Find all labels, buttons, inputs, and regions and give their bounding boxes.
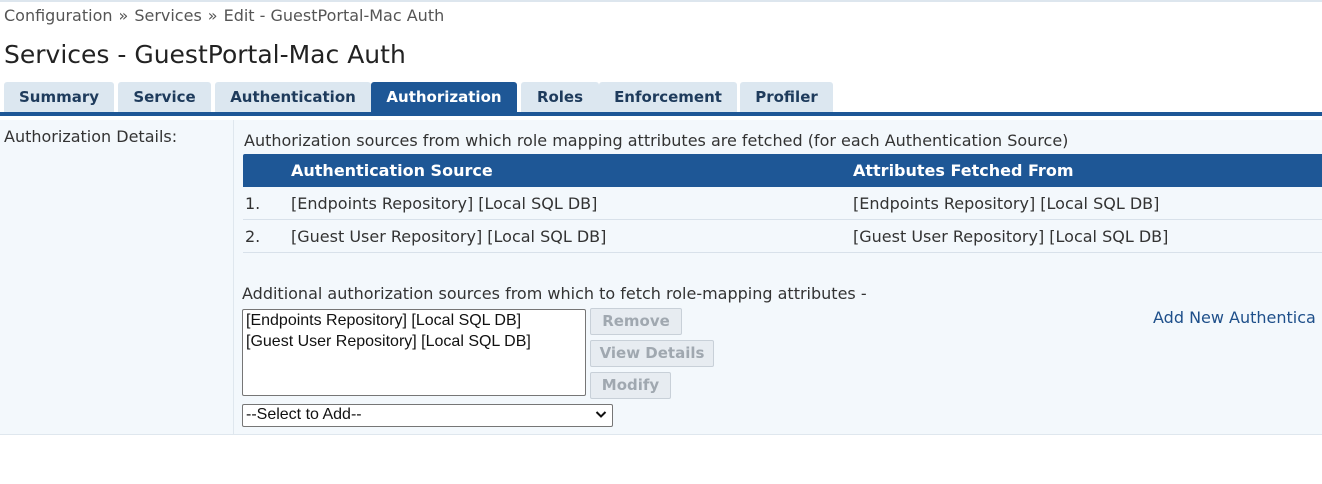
- page: Configuration » Services » Edit - GuestPorta…: [0, 0, 1322, 484]
- breadcrumb-services[interactable]: Services: [134, 6, 201, 25]
- select-value: --Select to Add--: [246, 406, 362, 423]
- breadcrumb-current: Edit - GuestPortal-Mac Auth: [223, 6, 445, 25]
- remove-button[interactable]: Remove: [590, 308, 682, 335]
- select-to-add-dropdown[interactable]: --Select to Add--: [242, 404, 613, 427]
- tab-summary[interactable]: Summary: [4, 82, 114, 112]
- tab-authentication[interactable]: Authentication: [215, 82, 371, 112]
- view-details-button[interactable]: View Details: [590, 340, 714, 367]
- breadcrumb: Configuration » Services » Edit - GuestPorta…: [4, 6, 444, 25]
- table-row: 2. [Guest User Repository] [Local SQL DB…: [243, 220, 1322, 253]
- page-title: Services - GuestPortal-Mac Auth: [4, 40, 406, 69]
- add-new-authentication-source-link[interactable]: Add New Authentica: [1153, 308, 1316, 327]
- breadcrumb-separator: »: [207, 6, 218, 25]
- header-attributes-fetched-from: Attributes Fetched From: [853, 161, 1074, 180]
- column-divider: [233, 120, 234, 434]
- tab-service[interactable]: Service: [118, 82, 211, 112]
- tab-enforcement[interactable]: Enforcement: [599, 82, 737, 112]
- top-border: [0, 0, 1322, 2]
- additional-sources-label: Additional authorization sources from wh…: [242, 284, 867, 303]
- breadcrumb-configuration[interactable]: Configuration: [4, 6, 113, 25]
- listbox-option[interactable]: [Guest User Repository] [Local SQL DB]: [243, 331, 585, 352]
- authorization-intro-text: Authorization sources from which role ma…: [244, 131, 1069, 150]
- row-number: 2.: [245, 227, 261, 246]
- modify-button[interactable]: Modify: [590, 372, 671, 399]
- tab-roles[interactable]: Roles: [521, 82, 599, 112]
- header-authentication-source: Authentication Source: [291, 161, 493, 180]
- row-number: 1.: [245, 194, 261, 213]
- chevron-down-icon: [595, 411, 607, 418]
- additional-sources-listbox[interactable]: [Endpoints Repository] [Local SQL DB] [G…: [242, 309, 586, 396]
- row-attributes-fetched-from: [Endpoints Repository] [Local SQL DB]: [853, 194, 1160, 213]
- row-authentication-source: [Guest User Repository] [Local SQL DB]: [291, 227, 607, 246]
- row-authentication-source: [Endpoints Repository] [Local SQL DB]: [291, 194, 598, 213]
- authorization-details-label: Authorization Details:: [4, 127, 178, 146]
- authorization-panel: Authorization Details: Authorization sou…: [0, 120, 1322, 435]
- row-attributes-fetched-from: [Guest User Repository] [Local SQL DB]: [853, 227, 1169, 246]
- authorization-sources-table: Authentication Source Attributes Fetched…: [243, 154, 1322, 253]
- tab-profiler[interactable]: Profiler: [740, 82, 833, 112]
- tab-authorization[interactable]: Authorization: [371, 82, 517, 112]
- table-row: 1. [Endpoints Repository] [Local SQL DB]…: [243, 187, 1322, 220]
- breadcrumb-separator: »: [118, 6, 129, 25]
- table-header: Authentication Source Attributes Fetched…: [243, 154, 1322, 187]
- listbox-option[interactable]: [Endpoints Repository] [Local SQL DB]: [243, 310, 585, 331]
- tab-underline: [0, 112, 1322, 116]
